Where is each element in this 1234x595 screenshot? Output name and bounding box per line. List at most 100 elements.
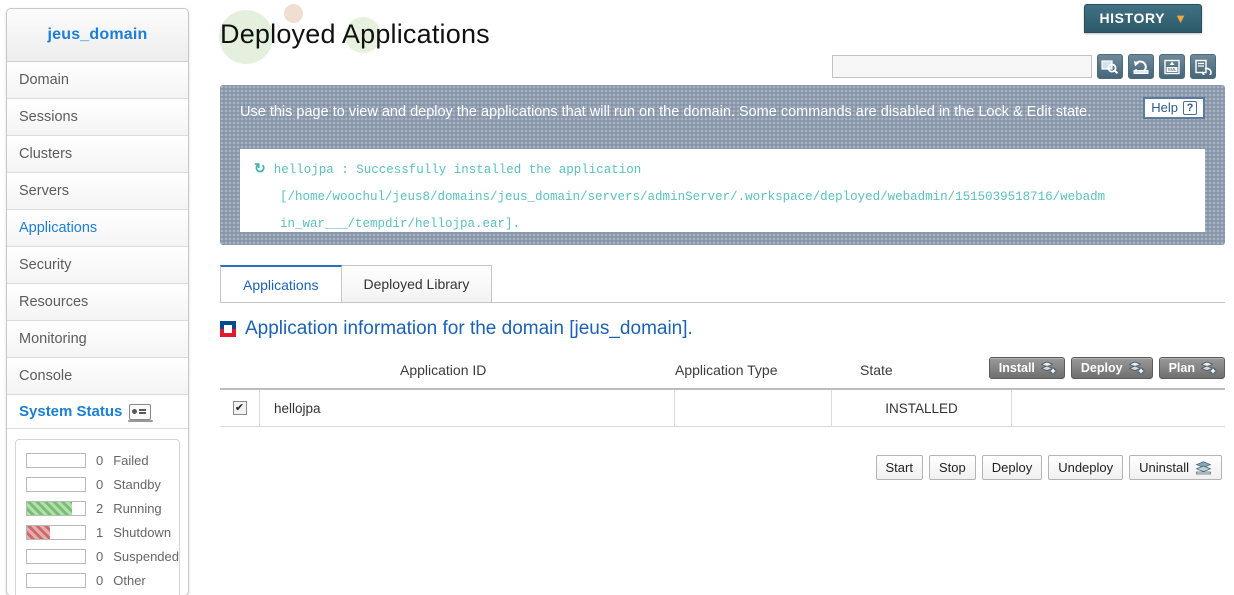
help-label: Help [1151,100,1178,115]
domain-name: jeus_domain [47,26,148,43]
deploy-button[interactable]: Deploy [1070,357,1153,379]
install-label: Install [998,361,1035,375]
domain-header: jeus_domain [7,9,188,62]
history-button[interactable]: HISTORY ▼ [1084,4,1202,33]
plan-button[interactable]: Plan [1158,357,1225,379]
row-checkbox[interactable]: ✔ [232,401,247,415]
sidebar-item-resources[interactable]: Resources [7,284,188,321]
uninstall-label: Uninstall [1139,460,1189,475]
cell-spacer [1012,390,1225,427]
status-bar [26,572,86,588]
column-header-application-id: Application ID [400,362,487,378]
tab-divider [220,302,1225,303]
status-count: 0 [96,452,104,468]
plan-label: Plan [1168,361,1195,375]
status-bar [26,548,86,564]
monitor-icon [128,403,154,422]
page-title: Deployed Applications [220,19,490,49]
status-refresh-icon: ↻ [254,162,266,178]
section-marker-icon [220,321,236,337]
status-row-suspended: 0 Suspended [16,544,179,568]
layers-plus-icon [1040,361,1057,375]
tab-deployed-library[interactable]: Deployed Library [340,265,493,302]
sidebar-item-sessions[interactable]: Sessions [7,99,188,136]
table-action-buttons: Install Deploy Plan [988,357,1225,379]
status-label: Running [113,500,162,516]
status-count: 0 [96,572,104,588]
search-icon[interactable] [1097,54,1123,79]
message-line-3: in_war___/tempdir/hellojpa.ear]. [280,217,521,231]
sidebar-item-label: Security [19,257,72,273]
sidebar-item-applications[interactable]: Applications [7,210,188,247]
stop-label: Stop [938,460,966,475]
history-label: HISTORY [1099,10,1166,26]
status-count: 1 [96,524,104,540]
system-status-title: System Status [19,403,123,420]
question-mark-icon: ? [1183,100,1197,115]
applications-table: Application ID Application Type State In… [220,352,1225,480]
sidebar-item-security[interactable]: Security [7,247,188,284]
application-window: jeus_domain Domain Sessions Clusters Ser… [0,0,1234,595]
status-count: 0 [95,548,104,564]
sidebar-item-console[interactable]: Console [7,358,188,395]
deploy-label: Deploy [991,460,1033,475]
backup-icon[interactable] [1190,54,1216,79]
deploy-label: Deploy [1080,361,1123,375]
stop-button[interactable]: Stop [928,455,976,480]
sidebar-item-label: Monitoring [19,331,87,347]
sidebar: jeus_domain Domain Sessions Clusters Ser… [6,8,189,595]
start-label: Start [885,460,913,475]
system-status-panel: 0 Failed 0 Standby 2 Running 1 Shutdown … [15,439,180,595]
layers-plus-icon [1128,361,1145,375]
toolbar: XML [832,54,1216,79]
table-row[interactable]: ✔ hellojpa INSTALLED [220,389,1225,427]
sidebar-item-label: Domain [19,72,69,88]
status-row-standby: 0 Standby [16,472,179,496]
status-row-shutdown: 1 Shutdown [16,520,179,544]
row-select-cell: ✔ [220,389,260,427]
sidebar-item-label: Sessions [19,109,78,125]
uninstall-button[interactable]: Uninstall [1129,455,1222,480]
tab-label: Applications [243,276,319,293]
status-bar [26,524,86,540]
sidebar-item-servers[interactable]: Servers [7,173,188,210]
install-button[interactable]: Install [988,357,1065,379]
status-bar [26,476,86,492]
tab-bar: Applications Deployed Library [220,265,493,302]
xml-export-icon[interactable]: XML [1159,54,1185,79]
start-button[interactable]: Start [875,455,923,480]
tab-applications[interactable]: Applications [220,265,342,302]
sidebar-item-label: Resources [19,294,89,310]
deploy-button-footer[interactable]: Deploy [981,455,1043,480]
sidebar-item-label: Servers [19,183,69,199]
status-row-running: 2 Running [16,496,179,520]
system-status-header[interactable]: System Status [7,395,188,429]
column-header-state: State [860,362,893,378]
section-title: Application information for the domain [… [245,318,693,339]
cell-application-type [675,389,832,427]
main-content: Deployed Applications HISTORY ▼ XML Use … [200,0,1234,595]
status-row-other: 0 Other [16,568,179,592]
info-panel: Use this page to view and deploy the app… [220,85,1225,245]
chevron-down-icon: ▼ [1174,10,1187,26]
message-line-1: hellojpa : Successfully installed the ap… [273,163,642,177]
column-header-application-type: Application Type [675,362,778,378]
undeploy-label: Undeploy [1058,460,1114,475]
section-heading: Application information for the domain [… [220,318,693,340]
sidebar-item-monitoring[interactable]: Monitoring [7,321,188,358]
status-row-failed: 0 Failed [16,448,179,472]
sidebar-item-clusters[interactable]: Clusters [7,136,188,173]
undeploy-button[interactable]: Undeploy [1048,455,1124,480]
status-bar [26,452,86,468]
help-button[interactable]: Help ? [1143,97,1205,119]
svg-text:XML: XML [1168,67,1177,72]
cell-state: INSTALLED [832,389,1012,427]
refresh-icon[interactable] [1128,54,1154,79]
status-label: Shutdown [113,524,172,540]
status-label: Suspended [113,548,179,564]
status-bar [26,500,86,516]
sidebar-item-label: Applications [19,220,98,236]
search-input[interactable] [832,55,1092,78]
sidebar-item-domain[interactable]: Domain [7,62,188,99]
tab-label: Deployed Library [363,276,470,292]
